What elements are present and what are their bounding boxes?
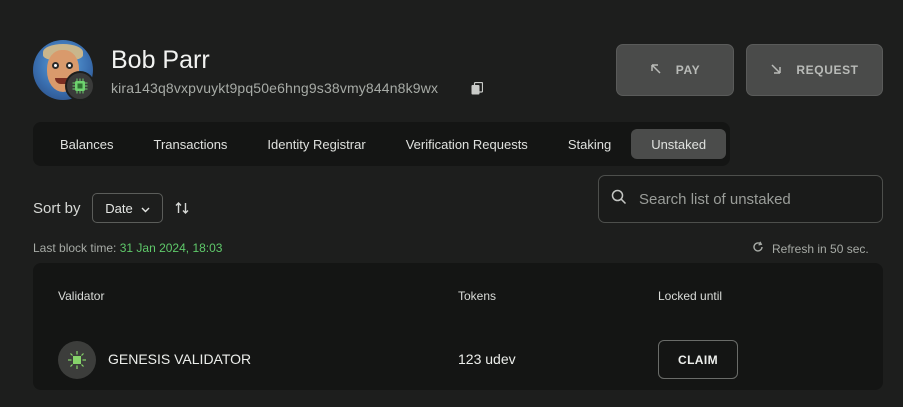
chip-icon <box>65 71 95 101</box>
tab-bar: Balances Transactions Identity Registrar… <box>33 122 730 166</box>
claim-button[interactable]: CLAIM <box>658 340 738 379</box>
search-input[interactable] <box>639 190 882 208</box>
sort-direction-icon[interactable] <box>174 200 190 216</box>
tokens-amount: 123 udev <box>458 351 516 367</box>
request-button[interactable]: REQUEST <box>746 44 883 96</box>
unstaked-table <box>33 263 883 390</box>
arrow-up-left-icon <box>650 63 662 78</box>
refresh-icon <box>752 241 764 256</box>
sort-label: Sort by <box>33 200 81 217</box>
chevron-down-icon <box>141 201 150 216</box>
profile-name: Bob Parr <box>111 46 210 74</box>
tab-unstaked[interactable]: Unstaked <box>631 129 727 159</box>
column-header-validator: Validator <box>58 289 105 303</box>
block-time-label: Last block time: <box>33 241 117 255</box>
tab-verification-requests[interactable]: Verification Requests <box>386 129 548 159</box>
column-header-locked-until: Locked until <box>658 289 723 303</box>
block-time-value: 31 Jan 2024, 18:03 <box>119 241 223 255</box>
refresh-text: Refresh in 50 sec. <box>772 241 869 256</box>
pay-label: PAY <box>675 63 701 77</box>
column-header-tokens: Tokens <box>458 289 497 303</box>
copy-icon[interactable] <box>471 81 484 95</box>
tab-identity-registrar[interactable]: Identity Registrar <box>247 129 385 159</box>
sort-select[interactable]: Date <box>92 193 163 223</box>
search-box[interactable] <box>598 175 883 223</box>
arrow-down-right-icon <box>770 63 782 78</box>
last-block-time: Last block time: 31 Jan 2024, 18:03 <box>33 241 222 255</box>
tab-transactions[interactable]: Transactions <box>133 129 247 159</box>
validator-name: GENESIS VALIDATOR <box>108 351 252 367</box>
request-label: REQUEST <box>796 63 859 77</box>
sort-selected-value: Date <box>105 200 133 216</box>
wallet-address: kira143q8vxpvuykt9pq50e6hng9s38vmy844n8k… <box>111 80 439 96</box>
search-icon <box>611 189 627 210</box>
tab-staking[interactable]: Staking <box>548 129 631 159</box>
refresh-indicator[interactable]: Refresh in 50 sec. <box>752 241 869 256</box>
tab-balances[interactable]: Balances <box>40 129 133 159</box>
validator-logo-icon <box>58 341 96 379</box>
pay-button[interactable]: PAY <box>616 44 734 96</box>
